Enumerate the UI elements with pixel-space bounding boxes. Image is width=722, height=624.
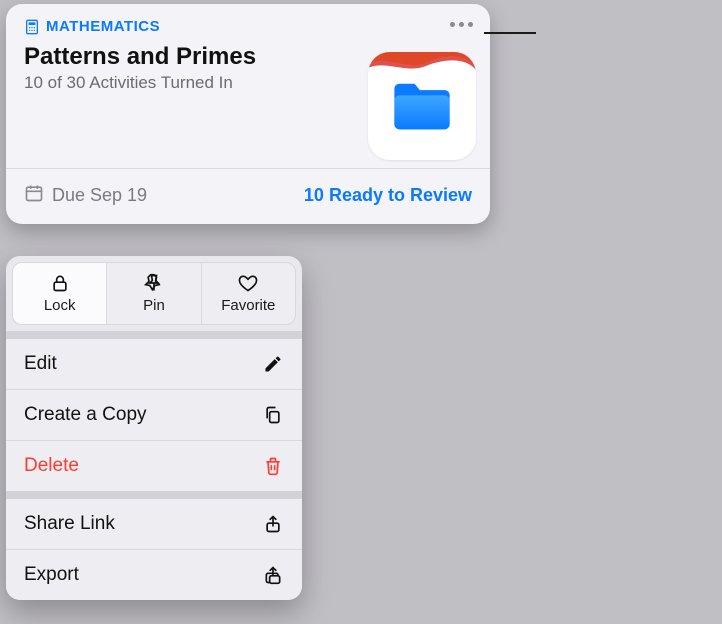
copy-icon: [262, 404, 284, 426]
subject-label: MATHEMATICS: [46, 18, 160, 35]
share-link-item[interactable]: Share Link: [6, 499, 302, 549]
ready-to-review-link[interactable]: 10 Ready to Review: [304, 185, 472, 206]
calendar-icon: [24, 183, 44, 208]
share-label: Share Link: [24, 513, 115, 535]
pin-button[interactable]: Pin: [106, 263, 200, 324]
copy-label: Create a Copy: [24, 404, 147, 426]
favorite-button[interactable]: Favorite: [201, 263, 295, 324]
export-label: Export: [24, 564, 79, 586]
menu-group-divider: [6, 331, 302, 339]
assignment-card: MATHEMATICS Patterns and Primes 10 of 30…: [6, 4, 490, 224]
more-button[interactable]: [446, 12, 476, 36]
subject-row: MATHEMATICS: [24, 18, 472, 35]
export-item[interactable]: Export: [6, 549, 302, 600]
pin-label: Pin: [143, 297, 165, 314]
lock-icon: [50, 273, 70, 293]
due-label: Due Sep 19: [52, 185, 147, 206]
callout-line: [484, 32, 536, 34]
trash-icon: [262, 455, 284, 477]
lock-label: Lock: [44, 297, 76, 314]
context-menu: Lock Pin Favorite Edit: [6, 256, 302, 600]
card-footer: Due Sep 19 10 Ready to Review: [6, 169, 490, 224]
export-icon: [262, 564, 284, 586]
share-icon: [262, 513, 284, 535]
app-tile[interactable]: [368, 52, 476, 160]
calculator-icon: [24, 19, 40, 35]
stripe-decoration: [368, 52, 476, 70]
delete-item[interactable]: Delete: [6, 440, 302, 491]
segmented-control: Lock Pin Favorite: [12, 262, 296, 325]
due-row: Due Sep 19: [24, 183, 147, 208]
card-header: MATHEMATICS Patterns and Primes 10 of 30…: [6, 4, 490, 168]
edit-item[interactable]: Edit: [6, 339, 302, 389]
heart-icon: [238, 273, 258, 293]
delete-label: Delete: [24, 455, 79, 477]
ellipsis-icon: [450, 22, 455, 27]
create-copy-item[interactable]: Create a Copy: [6, 389, 302, 440]
favorite-label: Favorite: [221, 297, 275, 314]
folder-icon: [388, 72, 456, 140]
menu-group-divider: [6, 491, 302, 499]
edit-label: Edit: [24, 353, 57, 375]
pencil-icon: [262, 353, 284, 375]
pin-icon: [144, 273, 164, 293]
lock-button[interactable]: Lock: [13, 263, 106, 324]
